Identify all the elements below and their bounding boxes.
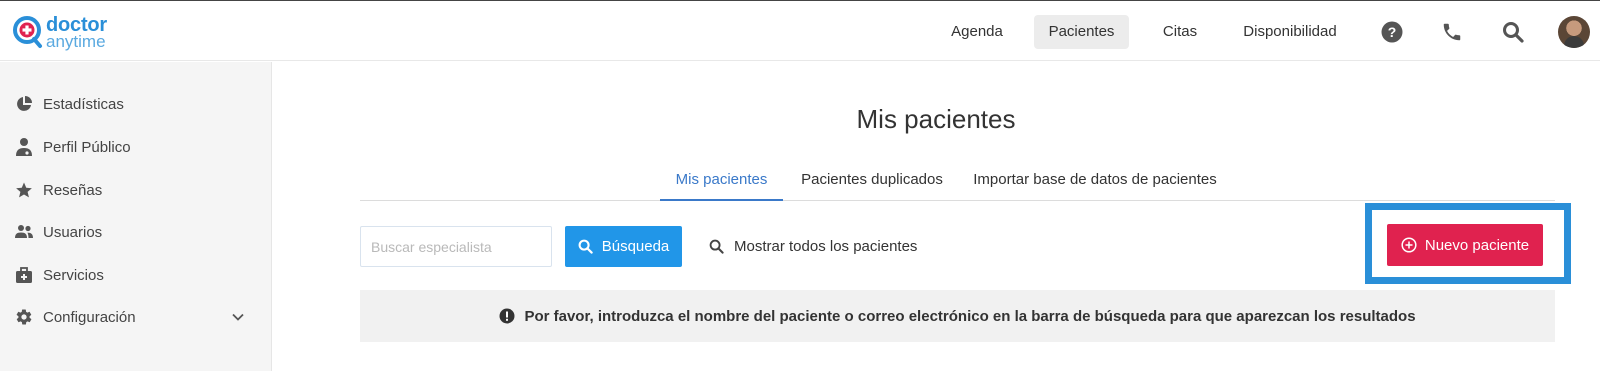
- sidebar-item-label: Servicios: [43, 266, 104, 284]
- page-title: Mis pacientes: [856, 104, 1016, 134]
- tabs: Mis pacientes Pacientes duplicados Impor…: [360, 162, 1555, 201]
- logo-mark-icon: [12, 15, 44, 49]
- sidebar-item-configuracion[interactable]: Configuración: [0, 297, 272, 337]
- new-patient-button[interactable]: Nuevo paciente: [1387, 224, 1543, 266]
- users-icon: [14, 222, 34, 242]
- sidebar: Estadísticas Perfil Público Reseñas Usua…: [0, 62, 272, 371]
- tab-mis-pacientes[interactable]: Mis pacientes: [660, 162, 783, 201]
- search-button-label: Búsqueda: [601, 238, 670, 255]
- phone-icon[interactable]: [1440, 20, 1464, 44]
- sidebar-item-label: Estadísticas: [43, 95, 124, 113]
- search-button[interactable]: Búsqueda: [565, 226, 682, 267]
- nav-agenda[interactable]: Agenda: [937, 15, 1017, 49]
- user-avatar[interactable]: [1558, 16, 1590, 48]
- exclamation-circle-icon: [499, 308, 515, 324]
- tab-importar-base-datos[interactable]: Importar base de datos de pacientes: [964, 162, 1226, 201]
- star-icon: [14, 180, 34, 200]
- nav-pacientes[interactable]: Pacientes: [1034, 15, 1129, 49]
- doctoranytime-logo[interactable]: doctor anytime: [12, 13, 107, 51]
- top-navbar: doctor anytime Agenda Pacientes Citas Di…: [0, 0, 1600, 61]
- search-notice: Por favor, introduzca el nombre del paci…: [360, 290, 1555, 342]
- sidebar-item-perfil-publico[interactable]: Perfil Público: [0, 127, 272, 167]
- gear-icon: [14, 307, 34, 327]
- doctor-profile-icon: [14, 137, 34, 157]
- main-content: Mis pacientes Mis pacientes Pacientes du…: [272, 62, 1600, 371]
- new-patient-label: Nuevo paciente: [1424, 236, 1530, 254]
- sidebar-item-servicios[interactable]: Servicios: [0, 255, 272, 295]
- search-icon[interactable]: [1501, 20, 1525, 44]
- pie-chart-icon: [14, 94, 34, 114]
- sidebar-item-estadisticas[interactable]: Estadísticas: [0, 84, 272, 124]
- chevron-down-icon[interactable]: [230, 309, 246, 325]
- sidebar-item-resenas[interactable]: Reseñas: [0, 170, 272, 210]
- sidebar-item-label: Reseñas: [43, 181, 103, 199]
- svg-text:?: ?: [1388, 24, 1397, 40]
- sidebar-item-usuarios[interactable]: Usuarios: [0, 212, 272, 252]
- notice-text: Por favor, introduzca el nombre del paci…: [524, 307, 1416, 325]
- sidebar-item-label: Usuarios: [43, 223, 103, 241]
- search-icon: [709, 239, 724, 254]
- plus-circle-icon: [1401, 237, 1417, 253]
- logo-word-anytime: anytime: [46, 31, 106, 51]
- medical-kit-icon: [14, 265, 34, 285]
- show-all-patients-link[interactable]: Mostrar todos los pacientes: [709, 226, 917, 267]
- show-all-label: Mostrar todos los pacientes: [734, 238, 918, 255]
- nav-citas[interactable]: Citas: [1150, 15, 1210, 49]
- nav-disponibilidad[interactable]: Disponibilidad: [1232, 15, 1348, 49]
- help-icon[interactable]: ?: [1380, 20, 1404, 44]
- tab-pacientes-duplicados[interactable]: Pacientes duplicados: [792, 162, 952, 201]
- search-icon: [578, 239, 593, 254]
- search-input[interactable]: [360, 226, 552, 267]
- sidebar-item-label: Configuración: [43, 308, 136, 326]
- sidebar-item-label: Perfil Público: [43, 138, 131, 156]
